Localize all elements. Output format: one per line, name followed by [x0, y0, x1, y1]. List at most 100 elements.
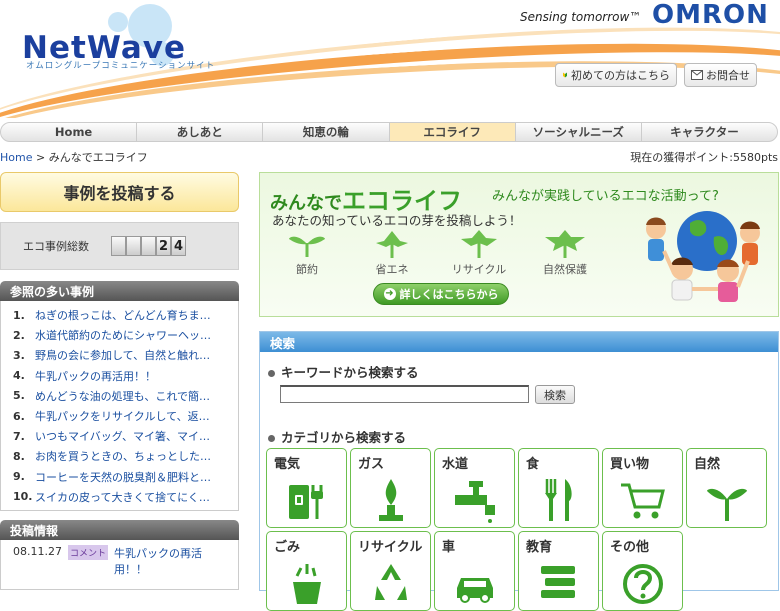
- book-icon: [541, 566, 575, 598]
- category-food[interactable]: 食: [518, 448, 599, 528]
- category-shopping[interactable]: 買い物: [602, 448, 683, 528]
- category-search-heading: カテゴリから検索する: [268, 427, 406, 446]
- category-gas[interactable]: ガス: [350, 448, 431, 528]
- rank-link[interactable]: いつもマイバッグ、マイ箸、マイ…: [35, 428, 210, 444]
- eco-item-label: 節約: [296, 263, 318, 276]
- rank-number: 3.: [13, 348, 25, 362]
- category-water[interactable]: 水道: [434, 448, 515, 528]
- nav-item-home[interactable]: Home: [11, 123, 136, 141]
- post-info-heading: 投稿情報: [0, 520, 239, 540]
- nav-item-footprints[interactable]: あしあと: [136, 123, 262, 141]
- category-recycle[interactable]: リサイクル: [350, 531, 431, 611]
- first-visit-button[interactable]: 初めての方はこちら: [555, 63, 677, 87]
- mail-icon: [691, 70, 703, 80]
- globe-children-illustration: [646, 211, 760, 302]
- site-logo-subtitle: オムロングループコミュニケーションサイト: [26, 61, 216, 71]
- counter-digit: [126, 236, 141, 256]
- rank-number: 9.: [13, 470, 25, 484]
- list-item[interactable]: 1. ねぎの根っこは、どんどん育ちま…: [13, 305, 238, 325]
- banner-more-button[interactable]: ➜ 詳しくはこちらから: [373, 283, 509, 305]
- breadcrumb-separator: >: [35, 151, 46, 164]
- beginner-mark-icon: [563, 72, 567, 78]
- rank-link[interactable]: お肉を買うときの、ちょっとした…: [35, 448, 211, 464]
- brand-logo[interactable]: OMRON: [652, 0, 769, 30]
- list-item[interactable]: 4. 牛乳パックの再活用！！: [13, 366, 238, 386]
- rank-link[interactable]: めんどうな油の処理も、これで簡…: [35, 388, 210, 404]
- rank-link[interactable]: スイカの皮って大きくて捨てにく…: [35, 489, 210, 505]
- list-item[interactable]: 2. 水道代節約のためにシャワーヘッ…: [13, 325, 238, 345]
- rank-link[interactable]: 野鳥の会に参加して、自然と触れ…: [35, 347, 210, 363]
- category-label: 食: [526, 457, 540, 472]
- nav-item-wisdom-ring[interactable]: 知恵の輪: [262, 123, 388, 141]
- category-label: 教育: [526, 540, 553, 555]
- eco-case-total-label: エコ事例総数: [23, 240, 89, 253]
- breadcrumb-current: みんなでエコライフ: [48, 151, 148, 164]
- list-item[interactable]: 6. 牛乳パックをリサイクルして、返…: [13, 406, 238, 426]
- list-item[interactable]: 8. お肉を買うときの、ちょっとした…: [13, 446, 238, 466]
- logo-bubble-decoration: [108, 12, 128, 32]
- eco-life-banner: みんなでエコライフ みんなが実践しているエコな活動って? あなたの知っているエコ…: [259, 172, 779, 317]
- post-link[interactable]: 牛乳パックの再活用！！: [114, 545, 214, 577]
- list-item[interactable]: 7. いつもマイバッグ、マイ箸、マイ…: [13, 426, 238, 446]
- nav-item-character[interactable]: キャラクター: [640, 123, 767, 141]
- keyword-search-heading: キーワードから検索する: [268, 362, 419, 381]
- keyword-search-input[interactable]: [280, 385, 529, 403]
- category-label: その他: [610, 540, 650, 555]
- rank-link[interactable]: コーヒーを天然の脱臭剤＆肥料と…: [35, 469, 211, 485]
- category-car[interactable]: 車: [434, 531, 515, 611]
- nav-item-social-needs[interactable]: ソーシャルニーズ: [514, 123, 641, 141]
- leaf-icon: [461, 230, 497, 258]
- list-item[interactable]: 5. めんどうな油の処理も、これで簡…: [13, 386, 238, 406]
- ranking-heading: 参照の多い事例: [0, 281, 239, 301]
- comment-badge: コメント: [67, 545, 108, 560]
- list-item[interactable]: 9. コーヒーを天然の脱臭剤＆肥料と…: [13, 467, 238, 487]
- eco-item-nature: 自然保護: [530, 229, 600, 277]
- category-other[interactable]: その他: [602, 531, 683, 611]
- rank-number: 6.: [13, 409, 25, 423]
- fork-knife-icon: [545, 479, 572, 521]
- points-display: 現在の獲得ポイント:5580pts: [630, 151, 778, 164]
- contact-button[interactable]: お問合せ: [684, 63, 757, 87]
- rank-link[interactable]: ねぎの根っこは、どんどん育ちま…: [35, 307, 211, 323]
- rank-link[interactable]: 牛乳パックの再活用！！: [35, 368, 156, 384]
- leaf-icon: [545, 230, 585, 258]
- rank-number: 2.: [13, 328, 25, 342]
- banner-lead: あなたの知っているエコの芽を投稿しよう！: [272, 213, 522, 228]
- rank-number: 8.: [13, 449, 25, 463]
- sprout-icon: [707, 488, 747, 521]
- search-panel: 検索 キーワードから検索する 検索 カテゴリから検索する 電気 ガス 水道 食 …: [259, 331, 779, 611]
- rank-link[interactable]: 牛乳パックをリサイクルして、返…: [35, 408, 210, 424]
- arrow-right-icon: ➜: [383, 288, 396, 300]
- category-label: ごみ: [274, 540, 301, 555]
- contact-label: お問合せ: [706, 69, 750, 82]
- list-item[interactable]: 10. スイカの皮って大きくて捨てにく…: [13, 487, 238, 507]
- rank-number: 4.: [13, 369, 25, 383]
- rank-link[interactable]: 水道代節約のためにシャワーヘッ…: [35, 327, 211, 343]
- eco-item-recycle: リサイクル: [444, 229, 514, 277]
- eco-case-total: エコ事例総数 2 4: [0, 222, 239, 270]
- trash-icon: [293, 564, 321, 604]
- post-info-box: 08.11.27 コメント 牛乳パックの再活用！！: [0, 540, 239, 590]
- category-nature[interactable]: 自然: [686, 448, 767, 528]
- eco-item-label: 省エネ: [375, 263, 409, 276]
- search-button[interactable]: 検索: [535, 385, 575, 404]
- banner-more-label: 詳しくはこちらから: [399, 288, 499, 301]
- category-label: リサイクル: [358, 540, 423, 555]
- category-education[interactable]: 教育: [518, 531, 599, 611]
- recycle-icon: [375, 564, 407, 600]
- category-label: 自然: [694, 457, 721, 472]
- flame-icon: [379, 479, 403, 521]
- leaf-icon: [376, 231, 408, 258]
- category-garbage[interactable]: ごみ: [266, 531, 347, 611]
- nav-item-eco-life[interactable]: エコライフ: [388, 123, 515, 141]
- sprout-icon: [289, 236, 325, 257]
- counter-digit: 4: [171, 236, 186, 256]
- faucet-icon: [455, 481, 495, 523]
- eco-item-label: リサイクル: [451, 263, 507, 276]
- breadcrumb-home-link[interactable]: Home: [0, 151, 32, 164]
- category-label: 買い物: [610, 457, 650, 472]
- post-case-button[interactable]: 事例を投稿する: [0, 172, 239, 212]
- list-item[interactable]: 3. 野鳥の会に参加して、自然と触れ…: [13, 345, 238, 365]
- banner-subtitle: みんなが実践しているエコな活動って?: [492, 189, 719, 204]
- category-electricity[interactable]: 電気: [266, 448, 347, 528]
